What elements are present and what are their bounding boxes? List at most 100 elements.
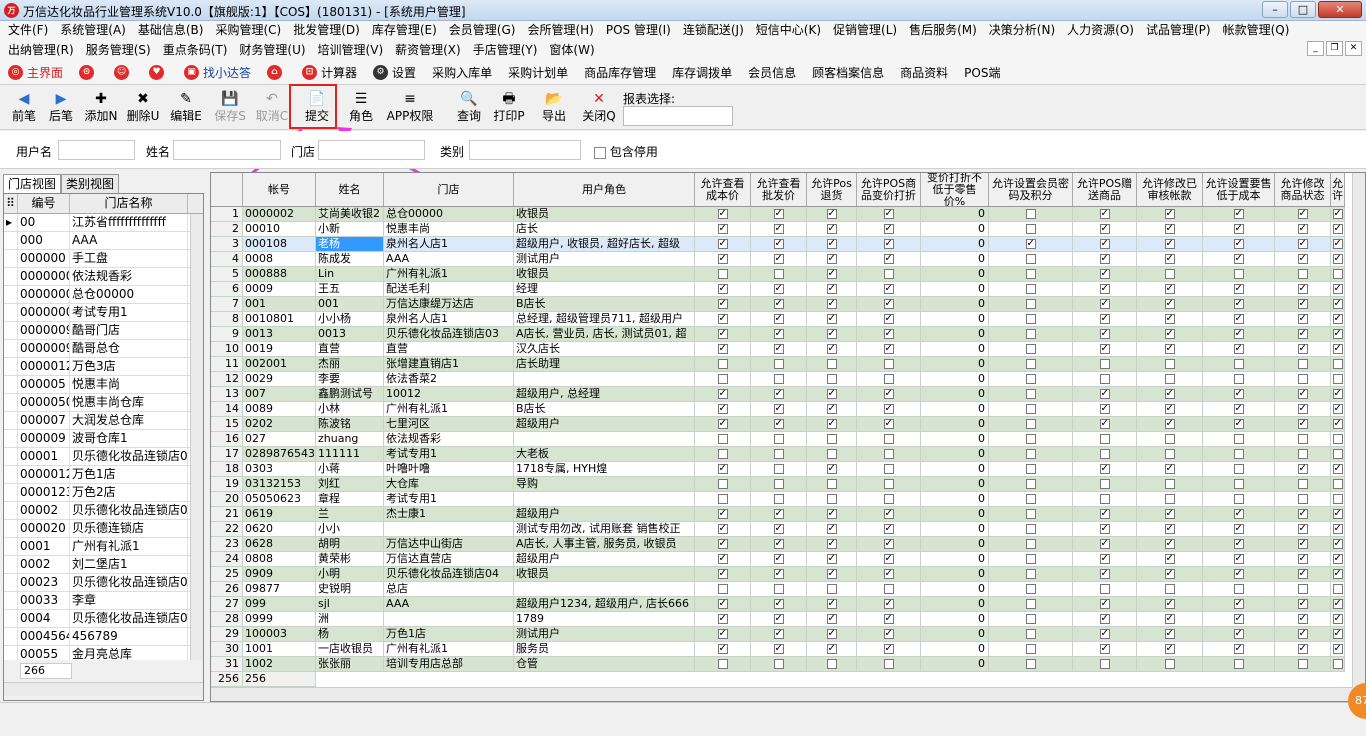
- permission-checkbox[interactable]: [717, 434, 728, 444]
- menu-item[interactable]: 试品管理(P): [1138, 21, 1215, 40]
- permission-checkbox[interactable]: [1164, 462, 1175, 476]
- quick-item[interactable]: ⌂: [259, 62, 294, 84]
- permission-checkbox[interactable]: [1025, 464, 1036, 474]
- permission-checkbox[interactable]: [1099, 597, 1110, 611]
- permission-checkbox[interactable]: [773, 537, 784, 551]
- store-code-header[interactable]: 编号: [18, 194, 70, 213]
- permission-checkbox[interactable]: [773, 282, 784, 296]
- permission-checkbox[interactable]: [1233, 567, 1244, 581]
- permission-checkbox[interactable]: [1297, 342, 1308, 356]
- permission-checkbox[interactable]: [1332, 462, 1343, 476]
- permission-checkbox[interactable]: [1099, 462, 1110, 476]
- store-row[interactable]: 00001 贝乐德化妆品连锁店0: [4, 448, 203, 466]
- grid-vscroll[interactable]: [1352, 173, 1365, 689]
- permission-checkbox[interactable]: [1099, 359, 1110, 369]
- toolbar-button-1[interactable]: ▶ 后笔: [42, 90, 80, 128]
- permission-checkbox[interactable]: [1332, 222, 1343, 236]
- permission-checkbox[interactable]: [883, 567, 894, 581]
- permission-checkbox[interactable]: [1233, 627, 1244, 641]
- user-row[interactable]: 17028987654321111111考试专用1大老板 0: [211, 447, 1345, 462]
- store-row[interactable]: 0004 贝乐德化妆品连锁店0: [4, 610, 203, 628]
- permission-checkbox[interactable]: [1332, 387, 1343, 401]
- menu-item[interactable]: 薪资管理(X): [387, 41, 465, 60]
- permission-checkbox[interactable]: [1025, 434, 1036, 444]
- permission-checkbox[interactable]: [883, 449, 894, 459]
- store-row[interactable]: 000005 悦惠丰尚: [4, 376, 203, 394]
- permission-checkbox[interactable]: [1164, 417, 1175, 431]
- grid-header-cell[interactable]: 门店: [384, 173, 514, 206]
- permission-checkbox[interactable]: [717, 237, 728, 251]
- permission-checkbox[interactable]: [773, 507, 784, 521]
- permission-checkbox[interactable]: [826, 374, 837, 384]
- store-row[interactable]: 0002 刘二堡店1: [4, 556, 203, 574]
- permission-checkbox[interactable]: [773, 659, 784, 669]
- permission-checkbox[interactable]: [1164, 207, 1175, 221]
- permission-checkbox[interactable]: [826, 312, 837, 326]
- minimize-button[interactable]: –: [1262, 1, 1288, 18]
- permission-checkbox[interactable]: [1332, 507, 1343, 521]
- permission-checkbox[interactable]: [1332, 207, 1343, 221]
- permission-checkbox[interactable]: [1297, 537, 1308, 551]
- user-row[interactable]: 60009王五配送毛利经理 0: [211, 282, 1345, 297]
- permission-checkbox[interactable]: [1332, 479, 1343, 489]
- permission-checkbox[interactable]: [1332, 402, 1343, 416]
- permission-checkbox[interactable]: [1025, 584, 1036, 594]
- grid-header-cell[interactable]: 允许POS赠送商品: [1073, 173, 1137, 206]
- permission-checkbox[interactable]: [717, 387, 728, 401]
- permission-checkbox[interactable]: [883, 342, 894, 356]
- permission-checkbox[interactable]: [826, 237, 837, 251]
- store-row[interactable]: 0001 广州有礼派1: [4, 538, 203, 556]
- permission-checkbox[interactable]: [1233, 464, 1244, 474]
- permission-checkbox[interactable]: [1332, 537, 1343, 551]
- permission-checkbox[interactable]: [1164, 597, 1175, 611]
- permission-checkbox[interactable]: [826, 327, 837, 341]
- permission-checkbox[interactable]: [773, 374, 784, 384]
- grid-header-cell[interactable]: 帐号: [243, 173, 316, 206]
- permission-checkbox[interactable]: [1099, 327, 1110, 341]
- permission-checkbox[interactable]: [1025, 599, 1036, 609]
- maximize-button[interactable]: □: [1290, 1, 1316, 18]
- user-row[interactable]: 13007鑫鹏测试号10012超级用户, 总经理 0: [211, 387, 1345, 402]
- permission-checkbox[interactable]: [773, 237, 784, 251]
- permission-checkbox[interactable]: [1297, 612, 1308, 626]
- permission-checkbox[interactable]: [773, 417, 784, 431]
- permission-checkbox[interactable]: [773, 567, 784, 581]
- permission-checkbox[interactable]: [883, 522, 894, 536]
- permission-checkbox[interactable]: [1099, 297, 1110, 311]
- permission-checkbox[interactable]: [1233, 327, 1244, 341]
- quick-item[interactable]: ⚙ 设置: [365, 62, 424, 84]
- permission-checkbox[interactable]: [1099, 612, 1110, 626]
- permission-checkbox[interactable]: [1332, 597, 1343, 611]
- permission-checkbox[interactable]: [1297, 327, 1308, 341]
- permission-checkbox[interactable]: [1025, 494, 1036, 504]
- store-input[interactable]: [318, 140, 425, 160]
- permission-checkbox[interactable]: [1164, 252, 1175, 266]
- permission-checkbox[interactable]: [1297, 269, 1308, 279]
- permission-checkbox[interactable]: [1233, 269, 1244, 279]
- permission-checkbox[interactable]: [1025, 539, 1036, 549]
- grid-header-cell[interactable]: 允许修改商品状态: [1275, 173, 1331, 206]
- permission-checkbox[interactable]: [773, 222, 784, 236]
- permission-checkbox[interactable]: [826, 342, 837, 356]
- permission-checkbox[interactable]: [1025, 419, 1036, 429]
- permission-checkbox[interactable]: [1025, 629, 1036, 639]
- permission-checkbox[interactable]: [1233, 387, 1244, 401]
- permission-checkbox[interactable]: [1297, 387, 1308, 401]
- user-row[interactable]: 9 0013 0013 贝乐德化妆品连锁店03 A店长, 营业员, 店长, 测试员01,…: [211, 327, 1345, 342]
- permission-checkbox[interactable]: [826, 402, 837, 416]
- mdi-restore-button[interactable]: ❐: [1326, 41, 1343, 56]
- permission-checkbox[interactable]: [1332, 659, 1343, 669]
- permission-checkbox[interactable]: [717, 479, 728, 489]
- permission-checkbox[interactable]: [717, 627, 728, 641]
- permission-checkbox[interactable]: [1233, 612, 1244, 626]
- store-row[interactable]: 000020 贝乐德连锁店: [4, 520, 203, 538]
- permission-checkbox[interactable]: [883, 327, 894, 341]
- permission-checkbox[interactable]: [1297, 282, 1308, 296]
- permission-checkbox[interactable]: [1233, 282, 1244, 296]
- permission-checkbox[interactable]: [883, 269, 894, 279]
- user-row[interactable]: 240808黄荣彬万信达直营店超级用户 0: [211, 552, 1345, 567]
- permission-checkbox[interactable]: [717, 462, 728, 476]
- permission-checkbox[interactable]: [1332, 627, 1343, 641]
- quick-item[interactable]: POS端: [956, 62, 1008, 84]
- permission-checkbox[interactable]: [1099, 659, 1110, 669]
